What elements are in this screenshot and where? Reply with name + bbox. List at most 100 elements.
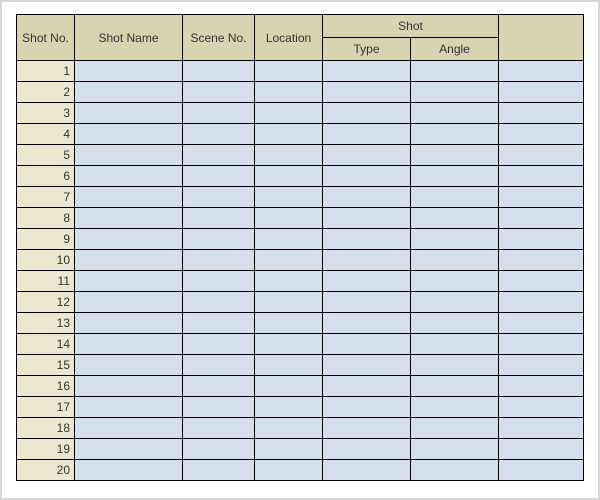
cell-shot-name[interactable]: [75, 61, 183, 82]
cell-shot-type[interactable]: [323, 313, 411, 334]
cell-extra[interactable]: [499, 334, 584, 355]
cell-location[interactable]: [255, 166, 323, 187]
cell-location[interactable]: [255, 271, 323, 292]
cell-shot-angle[interactable]: [411, 292, 499, 313]
cell-shot-angle[interactable]: [411, 250, 499, 271]
cell-location[interactable]: [255, 124, 323, 145]
cell-location[interactable]: [255, 334, 323, 355]
cell-location[interactable]: [255, 355, 323, 376]
cell-shot-angle[interactable]: [411, 61, 499, 82]
cell-location[interactable]: [255, 103, 323, 124]
cell-shot-angle[interactable]: [411, 103, 499, 124]
cell-shot-angle[interactable]: [411, 355, 499, 376]
cell-shot-type[interactable]: [323, 397, 411, 418]
cell-shot-angle[interactable]: [411, 376, 499, 397]
cell-shot-angle[interactable]: [411, 397, 499, 418]
cell-shot-type[interactable]: [323, 376, 411, 397]
cell-shot-no[interactable]: 15: [17, 355, 75, 376]
cell-shot-no[interactable]: 3: [17, 103, 75, 124]
cell-scene-no[interactable]: [183, 376, 255, 397]
cell-shot-type[interactable]: [323, 292, 411, 313]
cell-location[interactable]: [255, 439, 323, 460]
cell-location[interactable]: [255, 187, 323, 208]
cell-extra[interactable]: [499, 418, 584, 439]
cell-shot-no[interactable]: 7: [17, 187, 75, 208]
cell-shot-angle[interactable]: [411, 439, 499, 460]
cell-shot-no[interactable]: 8: [17, 208, 75, 229]
cell-shot-name[interactable]: [75, 103, 183, 124]
cell-shot-name[interactable]: [75, 187, 183, 208]
cell-extra[interactable]: [499, 145, 584, 166]
cell-shot-type[interactable]: [323, 334, 411, 355]
cell-shot-name[interactable]: [75, 460, 183, 481]
cell-shot-name[interactable]: [75, 397, 183, 418]
cell-extra[interactable]: [499, 61, 584, 82]
cell-extra[interactable]: [499, 397, 584, 418]
cell-shot-no[interactable]: 5: [17, 145, 75, 166]
cell-scene-no[interactable]: [183, 208, 255, 229]
cell-scene-no[interactable]: [183, 103, 255, 124]
cell-shot-no[interactable]: 10: [17, 250, 75, 271]
cell-extra[interactable]: [499, 292, 584, 313]
cell-shot-name[interactable]: [75, 355, 183, 376]
cell-scene-no[interactable]: [183, 418, 255, 439]
cell-location[interactable]: [255, 250, 323, 271]
cell-extra[interactable]: [499, 439, 584, 460]
cell-extra[interactable]: [499, 376, 584, 397]
cell-location[interactable]: [255, 229, 323, 250]
cell-shot-angle[interactable]: [411, 229, 499, 250]
cell-location[interactable]: [255, 376, 323, 397]
cell-shot-type[interactable]: [323, 418, 411, 439]
cell-shot-no[interactable]: 12: [17, 292, 75, 313]
cell-scene-no[interactable]: [183, 460, 255, 481]
cell-extra[interactable]: [499, 313, 584, 334]
cell-scene-no[interactable]: [183, 250, 255, 271]
cell-shot-name[interactable]: [75, 250, 183, 271]
cell-shot-angle[interactable]: [411, 166, 499, 187]
cell-shot-type[interactable]: [323, 460, 411, 481]
cell-shot-name[interactable]: [75, 292, 183, 313]
cell-extra[interactable]: [499, 355, 584, 376]
cell-shot-no[interactable]: 18: [17, 418, 75, 439]
cell-location[interactable]: [255, 82, 323, 103]
cell-shot-type[interactable]: [323, 208, 411, 229]
cell-location[interactable]: [255, 397, 323, 418]
cell-shot-no[interactable]: 1: [17, 61, 75, 82]
cell-shot-no[interactable]: 6: [17, 166, 75, 187]
cell-extra[interactable]: [499, 187, 584, 208]
cell-shot-name[interactable]: [75, 145, 183, 166]
cell-shot-name[interactable]: [75, 271, 183, 292]
cell-location[interactable]: [255, 418, 323, 439]
cell-shot-type[interactable]: [323, 229, 411, 250]
cell-shot-type[interactable]: [323, 82, 411, 103]
cell-extra[interactable]: [499, 208, 584, 229]
cell-shot-type[interactable]: [323, 124, 411, 145]
cell-shot-angle[interactable]: [411, 82, 499, 103]
cell-shot-name[interactable]: [75, 124, 183, 145]
cell-shot-no[interactable]: 17: [17, 397, 75, 418]
cell-scene-no[interactable]: [183, 166, 255, 187]
cell-location[interactable]: [255, 145, 323, 166]
cell-shot-type[interactable]: [323, 187, 411, 208]
cell-shot-angle[interactable]: [411, 334, 499, 355]
cell-shot-type[interactable]: [323, 439, 411, 460]
cell-shot-no[interactable]: 13: [17, 313, 75, 334]
cell-scene-no[interactable]: [183, 334, 255, 355]
cell-location[interactable]: [255, 61, 323, 82]
cell-shot-type[interactable]: [323, 271, 411, 292]
cell-scene-no[interactable]: [183, 292, 255, 313]
cell-shot-no[interactable]: 16: [17, 376, 75, 397]
cell-shot-angle[interactable]: [411, 187, 499, 208]
cell-extra[interactable]: [499, 166, 584, 187]
cell-shot-angle[interactable]: [411, 124, 499, 145]
cell-shot-type[interactable]: [323, 166, 411, 187]
cell-extra[interactable]: [499, 229, 584, 250]
cell-shot-name[interactable]: [75, 208, 183, 229]
cell-shot-type[interactable]: [323, 250, 411, 271]
cell-shot-name[interactable]: [75, 334, 183, 355]
cell-shot-type[interactable]: [323, 103, 411, 124]
cell-location[interactable]: [255, 292, 323, 313]
cell-extra[interactable]: [499, 250, 584, 271]
cell-shot-angle[interactable]: [411, 460, 499, 481]
cell-scene-no[interactable]: [183, 187, 255, 208]
